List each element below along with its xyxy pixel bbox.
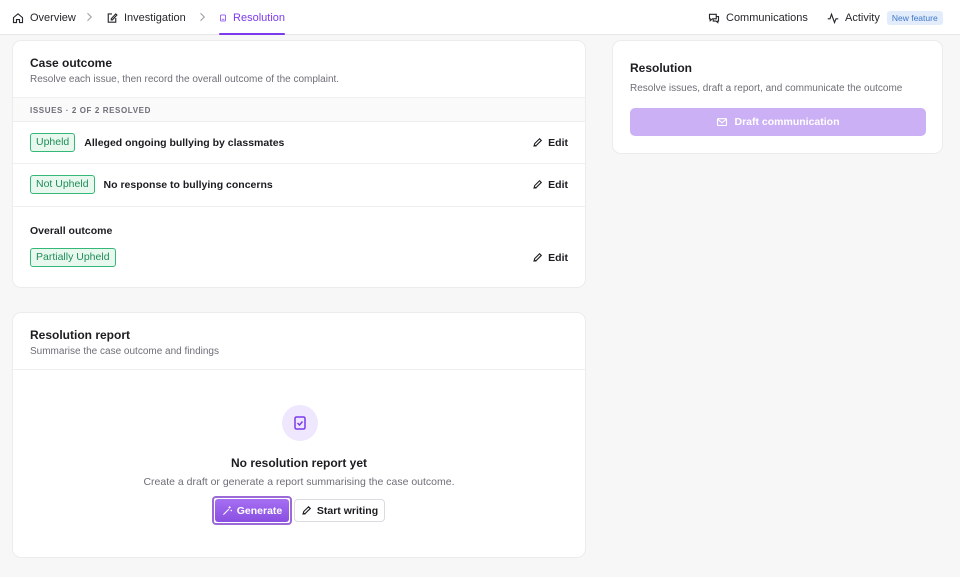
report-check-icon (282, 405, 318, 441)
case-outcome-card: Case outcome Resolve each issue, then re… (12, 40, 586, 288)
activity-icon (827, 12, 839, 24)
edit-issue-button[interactable]: Edit (532, 137, 568, 149)
start-writing-button[interactable]: Start writing (294, 499, 385, 522)
edit-label: Edit (548, 251, 568, 264)
top-navigation: Overview Investigation Resolution Commun… (0, 0, 960, 35)
overall-status-badge: Partially Upheld (30, 248, 116, 267)
overall-outcome-label: Overall outcome (30, 225, 113, 237)
empty-state: No resolution report yet Create a draft … (13, 369, 585, 557)
issue-text: Alleged ongoing bullying by classmates (84, 136, 285, 149)
tab-investigation-label: Investigation (124, 11, 186, 24)
chevron-right-icon (87, 12, 93, 22)
mail-icon (717, 118, 728, 126)
edit-square-icon (107, 12, 118, 23)
resolution-report-card: Resolution report Summarise the case out… (12, 312, 586, 558)
pencil-icon (533, 179, 543, 189)
new-feature-badge: New feature (886, 10, 943, 25)
pencil-icon (533, 137, 543, 147)
resolution-report-subtitle: Summarise the case outcome and findings (30, 346, 219, 357)
draft-communication-button[interactable]: Draft communication (630, 108, 926, 136)
pencil-icon (533, 252, 543, 262)
draft-communication-label: Draft communication (734, 116, 840, 128)
empty-state-title: No resolution report yet (230, 456, 367, 470)
resolution-side-panel: Resolution Resolve issues, draft a repor… (612, 40, 943, 154)
tab-overview-label: Overview (30, 11, 76, 24)
tab-resolution[interactable]: Resolution (219, 0, 285, 35)
home-icon (12, 12, 24, 23)
edit-overall-outcome-button[interactable]: Edit (532, 252, 568, 264)
status-badge: Not Upheld (30, 175, 95, 194)
issue-row: Upheld Alleged ongoing bullying by class… (13, 121, 585, 163)
start-writing-label: Start writing (316, 504, 379, 517)
empty-state-subtitle: Create a draft or generate a report summ… (143, 476, 455, 488)
side-panel-title: Resolution (630, 61, 692, 75)
edit-label: Edit (548, 136, 568, 149)
tab-communications[interactable]: Communications (708, 0, 808, 35)
tab-activity[interactable]: Activity New feature (827, 0, 943, 35)
tab-activity-label: Activity (845, 11, 880, 24)
case-outcome-subtitle: Resolve each issue, then record the over… (30, 74, 340, 85)
issue-text: No response to bullying concerns (103, 178, 273, 191)
tab-resolution-label: Resolution (233, 11, 285, 24)
tab-overview[interactable]: Overview (12, 0, 76, 35)
generate-label: Generate (236, 504, 283, 517)
edit-issue-button[interactable]: Edit (532, 179, 568, 191)
report-icon (220, 14, 226, 21)
issue-row: Not Upheld No response to bullying conce… (13, 163, 585, 205)
generate-button[interactable]: Generate (212, 496, 292, 525)
issues-header: ISSUES · 2 OF 2 RESOLVED (13, 97, 585, 121)
overall-outcome-section: Overall outcome Partially Upheld Edit (13, 206, 585, 287)
case-outcome-title: Case outcome (30, 56, 113, 70)
edit-label: Edit (548, 178, 568, 191)
magic-wand-icon (222, 506, 232, 515)
pencil-icon (302, 505, 311, 515)
side-panel-subtitle: Resolve issues, draft a report, and comm… (630, 83, 903, 94)
tab-investigation[interactable]: Investigation (106, 0, 186, 35)
tab-communications-label: Communications (726, 11, 808, 24)
resolution-report-title: Resolution report (30, 328, 131, 342)
chat-icon (708, 13, 720, 24)
status-badge: Upheld (30, 133, 76, 152)
chevron-right-icon (200, 12, 206, 22)
